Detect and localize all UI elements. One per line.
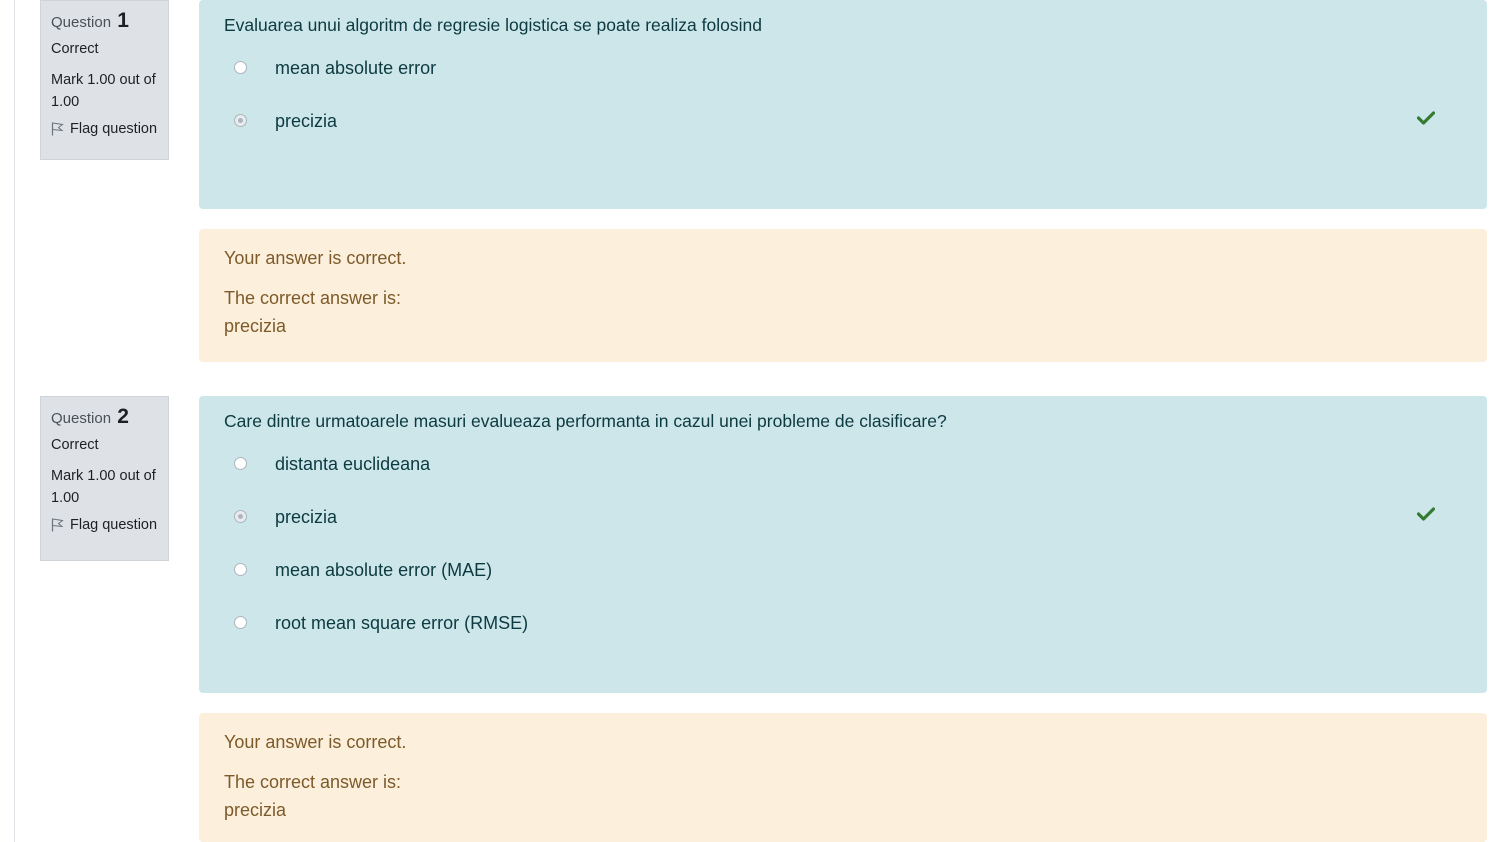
question-1-formulation: Evaluarea unui algoritm de regresie logi… [199,0,1487,209]
flag-question-button[interactable]: Flag question [51,121,158,137]
check-icon [1417,507,1435,521]
left-divider [14,0,15,842]
flag-question-button[interactable]: Flag question [51,517,158,533]
question-text: Evaluarea unui algoritm de regresie logi… [224,15,762,35]
question-state: Correct [51,41,99,57]
answer-radio[interactable] [234,457,247,470]
answer-label: precizia [275,507,338,527]
question-1-info: Question 1 Correct Mark 1.00 out of 1.00… [40,0,169,160]
question-1-outcome: Your answer is correct. The correct answ… [199,229,1487,362]
right-answer-value: precizia [224,800,287,820]
answer-list: distanta euclideana precizia mean absolu… [224,452,1462,664]
question-2-info: Question 2 Correct Mark 1.00 out of 1.00… [40,396,169,561]
flag-icon [51,122,64,136]
right-answer-intro: The correct answer is: [224,772,402,792]
quiz-review-page: Question 1 Correct Mark 1.00 out of 1.00… [0,0,1496,842]
right-answer: The correct answer is: precizia [224,284,1462,340]
answer-option-selected[interactable]: precizia [224,505,1462,558]
question-2-formulation: Care dintre urmatoarele masuri evalueaza… [199,396,1487,693]
answer-option[interactable]: mean absolute error (MAE) [224,558,1462,611]
question-grade: Mark 1.00 out of 1.00 [51,72,156,110]
answer-label: mean absolute error [275,58,437,78]
flag-question-label: Flag question [70,517,158,533]
question-2-number-row: Question 2 [51,403,158,431]
question-label: Question [51,410,112,427]
answer-label: precizia [275,111,338,131]
flag-question-label: Flag question [70,121,158,137]
question-1-number-row: Question 1 [51,7,158,35]
check-icon [1417,111,1435,125]
question-number: 2 [117,405,129,428]
question-label: Question [51,14,112,31]
answer-option[interactable]: mean absolute error [224,56,1462,109]
answer-radio[interactable] [234,61,247,74]
right-answer-intro: The correct answer is: [224,288,402,308]
question-number: 1 [117,9,129,32]
question-grade: Mark 1.00 out of 1.00 [51,468,156,506]
right-answer-value: precizia [224,316,287,336]
question-text: Care dintre urmatoarele masuri evalueaza… [224,411,947,431]
question-2-outcome: Your answer is correct. The correct answ… [199,713,1487,842]
feedback-text: Your answer is correct. [224,248,407,268]
right-answer: The correct answer is: precizia [224,768,1462,824]
answer-label: root mean square error (RMSE) [275,613,529,633]
answer-option[interactable]: root mean square error (RMSE) [224,611,1462,664]
answer-radio-selected[interactable] [234,510,247,523]
answer-option-selected[interactable]: precizia [224,109,1462,162]
answer-radio[interactable] [234,616,247,629]
answer-option[interactable]: distanta euclideana [224,452,1462,505]
flag-icon [51,518,64,532]
answer-label: mean absolute error (MAE) [275,560,493,580]
answer-radio[interactable] [234,563,247,576]
answer-label: distanta euclideana [275,454,431,474]
feedback-text: Your answer is correct. [224,732,407,752]
answer-radio-selected[interactable] [234,114,247,127]
question-state: Correct [51,437,99,453]
answer-list: mean absolute error precizia [224,56,1462,162]
